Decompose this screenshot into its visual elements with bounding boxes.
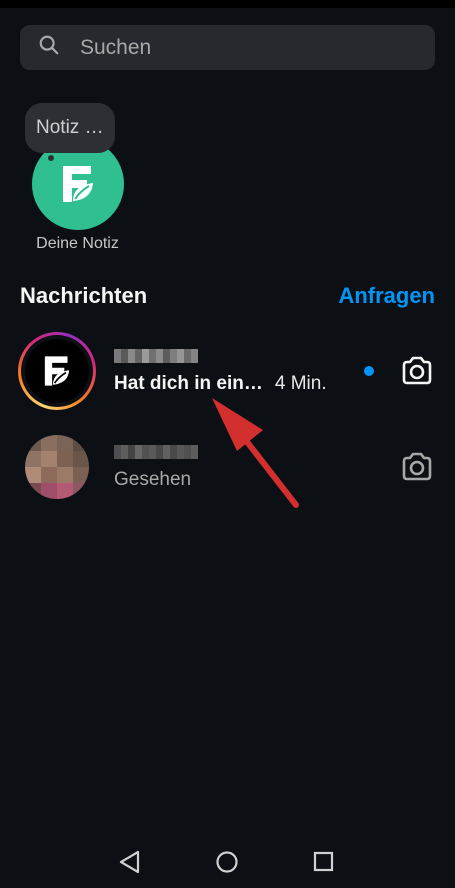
system-nav-bar [0, 830, 455, 888]
note-label: Deine Notiz [36, 235, 119, 252]
status-bar [0, 0, 455, 8]
back-icon[interactable] [116, 848, 144, 876]
unread-indicator [364, 366, 374, 376]
avatar [25, 435, 89, 499]
conversation-row[interactable]: Hat dich in ein… 4 Min. [0, 323, 455, 419]
note-bubble-text: Notiz … [36, 117, 104, 138]
brand-logo-icon [63, 166, 93, 202]
message-text: Gesehen [114, 469, 192, 490]
redacted-username [114, 349, 198, 363]
brand-logo-icon [44, 356, 70, 386]
message-time: 4 Min. [274, 373, 327, 394]
requests-link[interactable]: Anfragen [338, 283, 435, 309]
home-icon[interactable] [213, 848, 241, 876]
search-bar[interactable] [20, 25, 435, 70]
redacted-username [114, 445, 198, 459]
camera-icon[interactable] [401, 452, 433, 482]
story-ring[interactable] [18, 332, 96, 410]
messages-heading: Nachrichten [20, 283, 148, 308]
message-text: Hat dich in ein… [114, 373, 263, 394]
recents-icon[interactable] [310, 848, 338, 876]
message-preview: Hat dich in ein… 4 Min. [114, 373, 327, 395]
message-preview: Gesehen [114, 469, 191, 491]
conversation-row[interactable]: Gesehen [0, 419, 455, 515]
note-bubble-tail [48, 155, 54, 161]
avatar [25, 339, 89, 403]
note-bubble[interactable]: Notiz … [25, 103, 115, 153]
search-icon [38, 34, 60, 61]
camera-icon[interactable] [401, 356, 433, 386]
search-input[interactable] [80, 35, 400, 60]
